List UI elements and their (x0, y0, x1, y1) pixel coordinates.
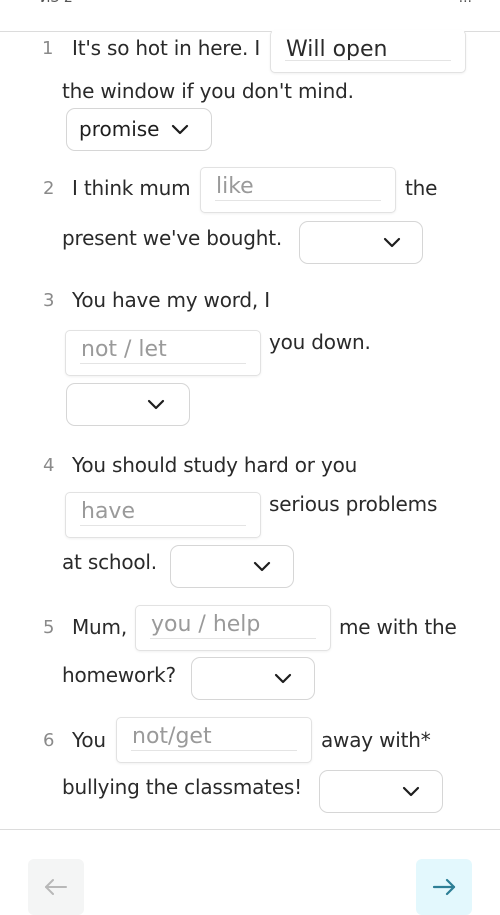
item-text-after: me with the (339, 615, 457, 639)
item-number: 4 (43, 455, 55, 476)
item-text-after-line2: homework? (62, 663, 176, 687)
item-text-after: the window if you don't mind. (62, 79, 354, 103)
item-text-before: I think mum (72, 176, 191, 200)
input-underline (285, 60, 451, 61)
answer-input-value: Will open (286, 37, 388, 62)
item-text-after: serious problems (269, 492, 438, 516)
item-number: 2 (43, 178, 55, 199)
item-text-before: You have my word, I (72, 288, 270, 312)
answer-input-placeholder: like (216, 174, 254, 199)
input-underline (80, 525, 246, 526)
next-button[interactable] (416, 859, 472, 915)
item-text-after-line2: present we've bought. (62, 226, 283, 250)
item-number: 6 (43, 730, 55, 751)
item-number: 5 (43, 617, 55, 638)
input-underline (131, 750, 297, 751)
item-text-after: away with* (321, 728, 431, 752)
chevron-down-icon (171, 124, 189, 135)
item-number: 1 (42, 38, 54, 59)
arrow-left-icon (45, 879, 67, 895)
bottom-divider (0, 829, 500, 830)
answer-input-placeholder: not / let (81, 337, 167, 362)
answer-input[interactable]: like (200, 167, 396, 213)
item-text-before: You (72, 728, 106, 752)
chevron-down-icon (147, 399, 165, 410)
answer-input-placeholder: have (81, 499, 135, 524)
item-text-after-line2: at school. (62, 550, 157, 574)
answer-input[interactable]: not / let (65, 330, 261, 376)
chevron-down-icon (383, 237, 401, 248)
form-select[interactable] (170, 545, 294, 588)
form-select[interactable] (191, 657, 315, 700)
answer-input[interactable]: Will open (270, 30, 466, 73)
previous-button[interactable] (28, 859, 84, 915)
form-select[interactable] (319, 770, 443, 813)
answer-input[interactable]: not/get (116, 717, 312, 763)
answer-input[interactable]: have (65, 492, 261, 538)
item-text-before: Mum, (72, 615, 127, 639)
item-text-before: It's so hot in here. I (72, 36, 261, 60)
arrow-right-icon (432, 878, 456, 896)
input-underline (150, 638, 316, 639)
chevron-down-icon (402, 786, 420, 797)
select-value: promise (79, 117, 160, 141)
header-right-cut: ... (459, 0, 472, 6)
answer-input-placeholder: you / help (151, 612, 261, 637)
item-text-after: you down. (269, 330, 371, 354)
form-select[interactable]: promise (66, 108, 212, 151)
answer-input-placeholder: not/get (132, 724, 212, 749)
item-text-after-line2: bullying the classmates! (62, 775, 302, 799)
form-select[interactable] (299, 221, 423, 264)
input-underline (215, 200, 381, 201)
answer-input[interactable]: you / help (135, 605, 331, 651)
form-select[interactable] (66, 383, 190, 426)
header-title-cut: ИЗ 2 (40, 0, 73, 6)
item-text-before: You should study hard or you (72, 453, 358, 477)
chevron-down-icon (253, 561, 271, 572)
item-text-after: the (405, 176, 438, 200)
item-number: 3 (43, 290, 55, 311)
top-header: ИЗ 2 ... (0, 0, 500, 32)
chevron-down-icon (274, 673, 292, 684)
input-underline (80, 363, 246, 364)
